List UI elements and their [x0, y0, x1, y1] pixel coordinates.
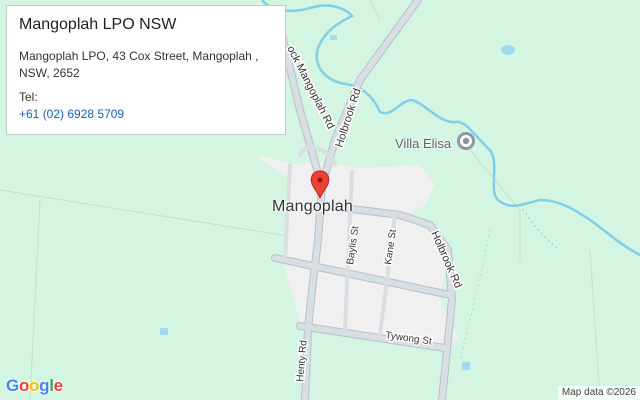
map-attribution[interactable]: Map data ©2026	[557, 386, 640, 400]
google-logo[interactable]: Google	[6, 376, 63, 396]
poi-label[interactable]: Villa Elisa	[395, 136, 451, 151]
address-line-2: NSW, 2652	[19, 66, 80, 80]
pond	[330, 35, 337, 40]
logo-letter: o	[29, 376, 40, 395]
map-canvas[interactable]: ock Mangoplah Rd Holbrook Rd Holbrook Rd…	[0, 0, 640, 400]
logo-letter: e	[53, 376, 63, 395]
town-label: Mangoplah	[272, 198, 353, 215]
logo-letter: g	[39, 376, 50, 395]
tel-label: Tel:	[19, 90, 38, 104]
info-card-title: Mangoplah LPO NSW	[19, 16, 177, 33]
tel-link[interactable]: +61 (02) 6928 5709	[19, 107, 124, 121]
logo-letter: o	[18, 376, 30, 395]
logo-letter: G	[6, 376, 19, 395]
info-card-address: Mangoplah LPO, 43 Cox Street, Mangoplah …	[19, 48, 273, 82]
pond	[501, 45, 515, 55]
address-line-1: Mangoplah LPO, 43 Cox Street, Mangoplah …	[19, 49, 259, 63]
pond	[160, 328, 168, 335]
place-pin-icon[interactable]	[457, 132, 475, 150]
pond	[462, 362, 470, 370]
info-card: Mangoplah LPO NSW Mangoplah LPO, 43 Cox …	[6, 5, 286, 135]
